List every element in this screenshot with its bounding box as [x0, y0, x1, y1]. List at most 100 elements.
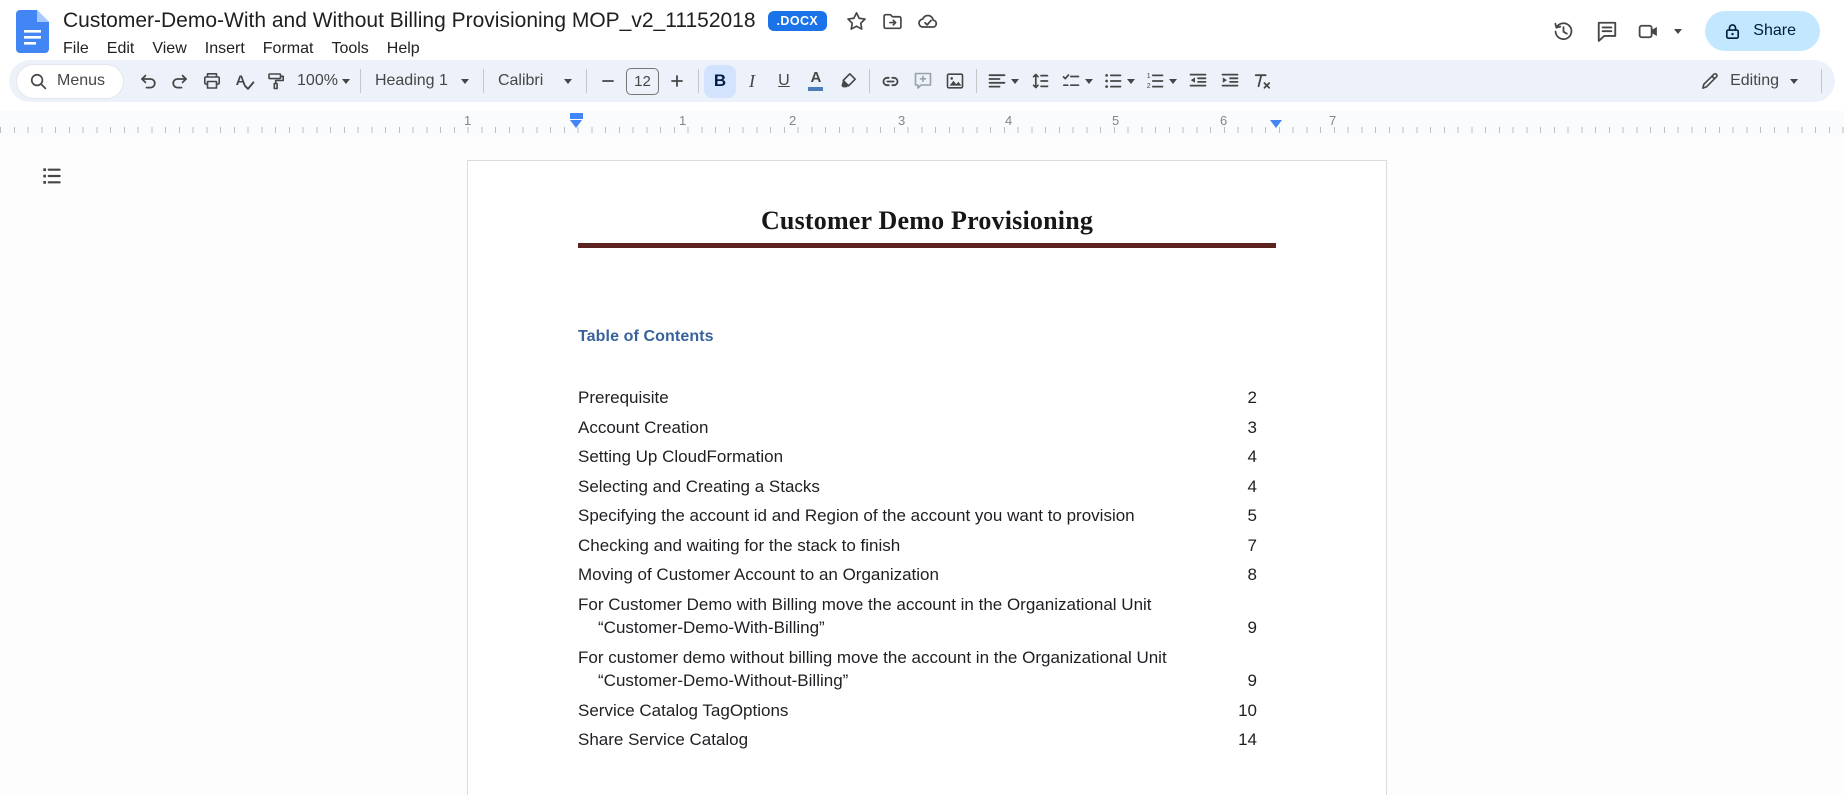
- docx-badge: .DOCX: [767, 11, 828, 31]
- toc-page-number: 14: [1238, 730, 1257, 749]
- toolbar-divider: [868, 69, 870, 93]
- zoom-value: 100%: [297, 72, 338, 89]
- app-header: Customer-Demo-With and Without Billing P…: [0, 0, 1844, 58]
- toc-entry[interactable]: Setting Up CloudFormation 4: [578, 445, 1276, 469]
- toc-page-number: 5: [1247, 506, 1257, 525]
- toc-entry[interactable]: For customer demo without billing move t…: [578, 646, 1276, 693]
- toc-page-number: 9: [1247, 618, 1257, 637]
- toc-entry[interactable]: For Customer Demo with Billing move the …: [578, 593, 1276, 640]
- cloud-saved-status-icon[interactable]: [913, 6, 943, 36]
- svg-text:A: A: [235, 73, 245, 89]
- video-call-dropdown[interactable]: [1667, 16, 1689, 46]
- toc-page-number: 4: [1247, 447, 1257, 466]
- toc-entry[interactable]: Service Catalog TagOptions 10: [578, 699, 1276, 723]
- search-menus-button[interactable]: Menus: [17, 64, 124, 98]
- document-heading: Customer Demo Provisioning: [760, 206, 1094, 235]
- toc-entry[interactable]: Prerequisite 2: [578, 386, 1276, 410]
- editing-mode-select[interactable]: Editing: [1688, 63, 1810, 99]
- spellcheck-button[interactable]: A: [228, 65, 260, 98]
- google-docs-logo-icon[interactable]: [16, 10, 49, 53]
- ruler-number: 3: [898, 113, 906, 128]
- lock-icon: [1726, 23, 1740, 39]
- toc-entry[interactable]: Selecting and Creating a Stacks 4: [578, 475, 1276, 499]
- font-select[interactable]: Calibri: [489, 65, 581, 98]
- chevron-down-icon: [1084, 79, 1093, 88]
- menu-file[interactable]: File: [54, 36, 98, 62]
- toc-entry[interactable]: Checking and waiting for the stack to fi…: [578, 534, 1276, 558]
- ruler-number: 4: [1005, 113, 1013, 128]
- menu-view[interactable]: View: [143, 36, 195, 62]
- pencil-icon: [1702, 72, 1718, 89]
- toc-entry[interactable]: Share Service Catalog 14: [578, 728, 1276, 752]
- paragraph-style-select[interactable]: Heading 1: [366, 65, 478, 98]
- chevron-down-icon: [1674, 29, 1683, 38]
- editing-mode-label: Editing: [1730, 72, 1779, 89]
- toc-page-number: 10: [1238, 700, 1257, 720]
- chevron-down-icon: [1168, 79, 1177, 88]
- show-outline-button[interactable]: [34, 160, 70, 192]
- share-button[interactable]: Share: [1705, 11, 1820, 51]
- font-value: Calibri: [497, 72, 544, 89]
- font-size-input[interactable]: [625, 67, 659, 95]
- bulleted-list-select[interactable]: [1098, 65, 1140, 98]
- move-to-folder-button[interactable]: [877, 6, 907, 36]
- toc-page-number: 2: [1247, 388, 1257, 407]
- menu-format[interactable]: Format: [254, 36, 323, 62]
- decrease-font-size-button[interactable]: [592, 65, 624, 98]
- bold-button[interactable]: B: [703, 64, 736, 98]
- numbered-list-select[interactable]: 12: [1140, 65, 1182, 98]
- menu-edit[interactable]: Edit: [98, 36, 144, 62]
- zoom-select[interactable]: 100%: [292, 65, 355, 98]
- add-comment-button[interactable]: [907, 65, 939, 98]
- ruler-number: 1: [679, 113, 687, 128]
- toc-page-number: 3: [1247, 417, 1257, 437]
- paint-format-button[interactable]: [260, 65, 292, 98]
- redo-button[interactable]: [164, 65, 196, 98]
- toc-page-number: 7: [1247, 535, 1257, 555]
- highlight-color-button[interactable]: [832, 65, 864, 98]
- toc-page-number: 8: [1247, 565, 1257, 584]
- ruler-number: 5: [1112, 113, 1120, 128]
- increase-font-size-button[interactable]: [661, 65, 693, 98]
- right-indent-marker[interactable]: [1270, 120, 1282, 134]
- italic-button[interactable]: I: [736, 65, 768, 98]
- ruler[interactable]: 1 1 2 3 4 5 6 7: [0, 111, 1844, 136]
- increase-indent-button[interactable]: [1214, 65, 1246, 98]
- align-select[interactable]: [982, 65, 1024, 98]
- checklist-select[interactable]: [1056, 65, 1098, 98]
- comments-button[interactable]: [1585, 9, 1629, 53]
- video-call-button[interactable]: [1629, 9, 1667, 53]
- toc-entry[interactable]: Account Creation 3: [578, 416, 1276, 440]
- star-button[interactable]: [841, 6, 871, 36]
- ruler-number: 2: [789, 113, 797, 128]
- ruler-ticks: [0, 127, 1844, 133]
- print-button[interactable]: [196, 65, 228, 98]
- underline-button[interactable]: U: [768, 65, 800, 98]
- heading-underline-rule: [578, 243, 1276, 248]
- left-indent-marker[interactable]: [570, 113, 583, 134]
- chevron-down-icon: [1010, 79, 1019, 88]
- line-spacing-button[interactable]: [1024, 65, 1056, 98]
- menu-help[interactable]: Help: [378, 36, 429, 62]
- toolbar-divider: [482, 69, 484, 93]
- insert-image-button[interactable]: [939, 65, 971, 98]
- insert-link-button[interactable]: [875, 65, 907, 98]
- document-title[interactable]: Customer-Demo-With and Without Billing P…: [63, 9, 756, 33]
- undo-button[interactable]: [132, 65, 164, 98]
- decrease-indent-button[interactable]: [1182, 65, 1214, 98]
- toc-entry[interactable]: Specifying the account id and Region of …: [578, 504, 1276, 528]
- text-color-button[interactable]: A: [800, 65, 832, 98]
- version-history-button[interactable]: [1541, 9, 1585, 53]
- search-menus-label: Menus: [57, 72, 106, 89]
- clear-formatting-button[interactable]: [1246, 65, 1278, 98]
- toc-entry[interactable]: Moving of Customer Account to an Organiz…: [578, 563, 1276, 587]
- chevron-down-icon: [341, 79, 350, 88]
- document-page[interactable]: Customer Demo Provisioning Table of Cont…: [467, 160, 1387, 795]
- toc-heading: Table of Contents: [578, 328, 714, 345]
- menu-tools[interactable]: Tools: [322, 36, 377, 62]
- toolbar-divider: [1821, 69, 1822, 93]
- menu-insert[interactable]: Insert: [196, 36, 254, 62]
- svg-text:2: 2: [1147, 83, 1151, 90]
- share-button-label: Share: [1753, 22, 1796, 39]
- search-icon: [30, 73, 47, 89]
